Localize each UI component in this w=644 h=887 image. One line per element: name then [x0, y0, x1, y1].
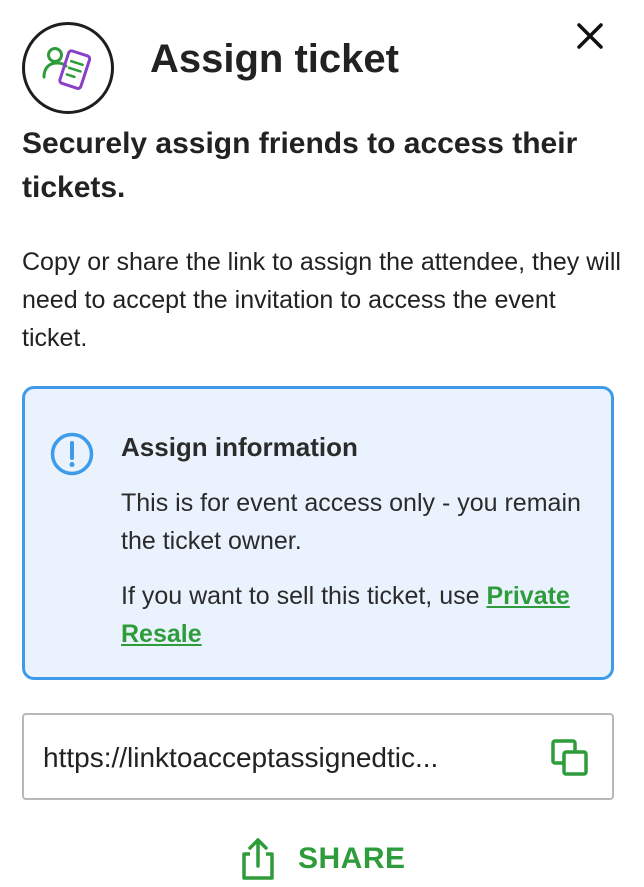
share-label: SHARE — [298, 842, 406, 875]
dialog-description: Copy or share the link to assign the att… — [22, 248, 621, 352]
dialog-title: Assign ticket — [150, 37, 399, 81]
info-heading: Assign information — [121, 432, 358, 462]
assign-info-box: Assign information This is for event acc… — [22, 386, 614, 680]
close-icon — [577, 23, 603, 49]
close-button[interactable] — [572, 18, 608, 54]
assign-ticket-icon — [42, 47, 92, 90]
assign-link-field[interactable]: https://linktoacceptassignedtic... — [22, 713, 614, 800]
dialog-subtitle: Securely assign friends to access their … — [22, 127, 578, 204]
share-icon — [242, 838, 274, 880]
assign-link-value[interactable]: https://linktoacceptassignedtic... — [43, 739, 523, 777]
resale-prefix: If you want to sell this ticket, use — [121, 582, 487, 610]
share-button[interactable]: SHARE — [238, 834, 406, 884]
assign-ticket-avatar — [22, 22, 114, 114]
exclamation-circle-icon — [50, 432, 94, 476]
info-text: This is for event access only - you rema… — [121, 489, 581, 555]
copy-icon[interactable] — [548, 736, 592, 780]
resale-info-text: If you want to sell this ticket, use Pri… — [121, 577, 591, 653]
